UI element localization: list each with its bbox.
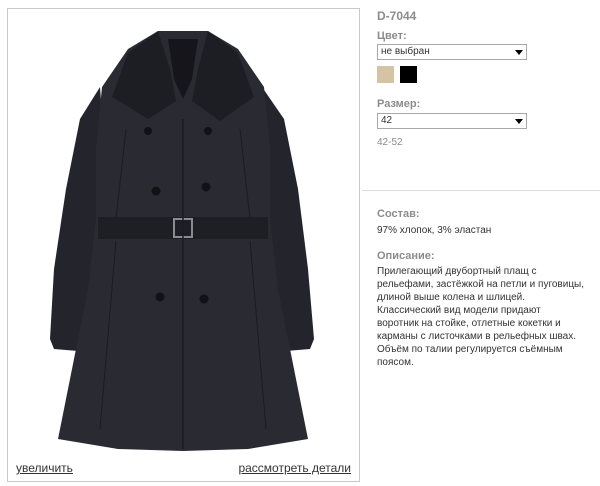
button <box>144 127 152 135</box>
button <box>151 186 161 196</box>
color-select[interactable]: не выбран <box>377 44 527 60</box>
size-select[interactable]: 42 <box>377 113 527 129</box>
description-line: рельефами, застёжкой на петли и пуговицы… <box>377 279 585 290</box>
button <box>201 182 211 192</box>
color-swatch-black[interactable] <box>400 66 417 83</box>
button <box>155 292 165 302</box>
chevron-down-icon <box>515 119 523 124</box>
size-label: Размер: <box>377 98 421 110</box>
section-divider <box>362 190 600 191</box>
color-label: Цвет: <box>377 30 407 42</box>
composition-label: Состав: <box>377 208 420 220</box>
size-range: 42-52 <box>377 137 403 148</box>
color-select-value: не выбран <box>381 46 430 57</box>
view-details-link[interactable]: рассмотреть детали <box>238 461 351 475</box>
product-sku: D-7044 <box>377 9 417 23</box>
chevron-down-icon <box>515 50 523 55</box>
zoom-link[interactable]: увеличить <box>16 461 73 475</box>
description-line: воротник на стойке, отлетные кокетки и <box>377 318 561 329</box>
description-line: карманы с листочками в рельефных швах. <box>377 331 577 342</box>
description-text: Прилегающий двубортный плащ с рельефами,… <box>377 265 597 369</box>
description-line: Прилегающий двубортный плащ с <box>377 266 537 277</box>
button <box>199 294 209 304</box>
description-line: Объём по талии регулируется съёмным <box>377 344 563 355</box>
description-line: длиной выше колена и шлицей. <box>377 292 526 303</box>
button <box>204 127 212 135</box>
description-line: поясом. <box>377 357 414 368</box>
product-photo-frame: увеличить рассмотреть детали <box>7 8 360 482</box>
coat-image <box>50 31 314 451</box>
composition-text: 97% хлопок, 3% эластан <box>377 225 492 236</box>
color-swatch-beige[interactable] <box>377 66 394 83</box>
description-line: Классический вид модели придают <box>377 305 541 316</box>
size-select-value: 42 <box>381 115 393 126</box>
description-label: Описание: <box>377 250 435 262</box>
